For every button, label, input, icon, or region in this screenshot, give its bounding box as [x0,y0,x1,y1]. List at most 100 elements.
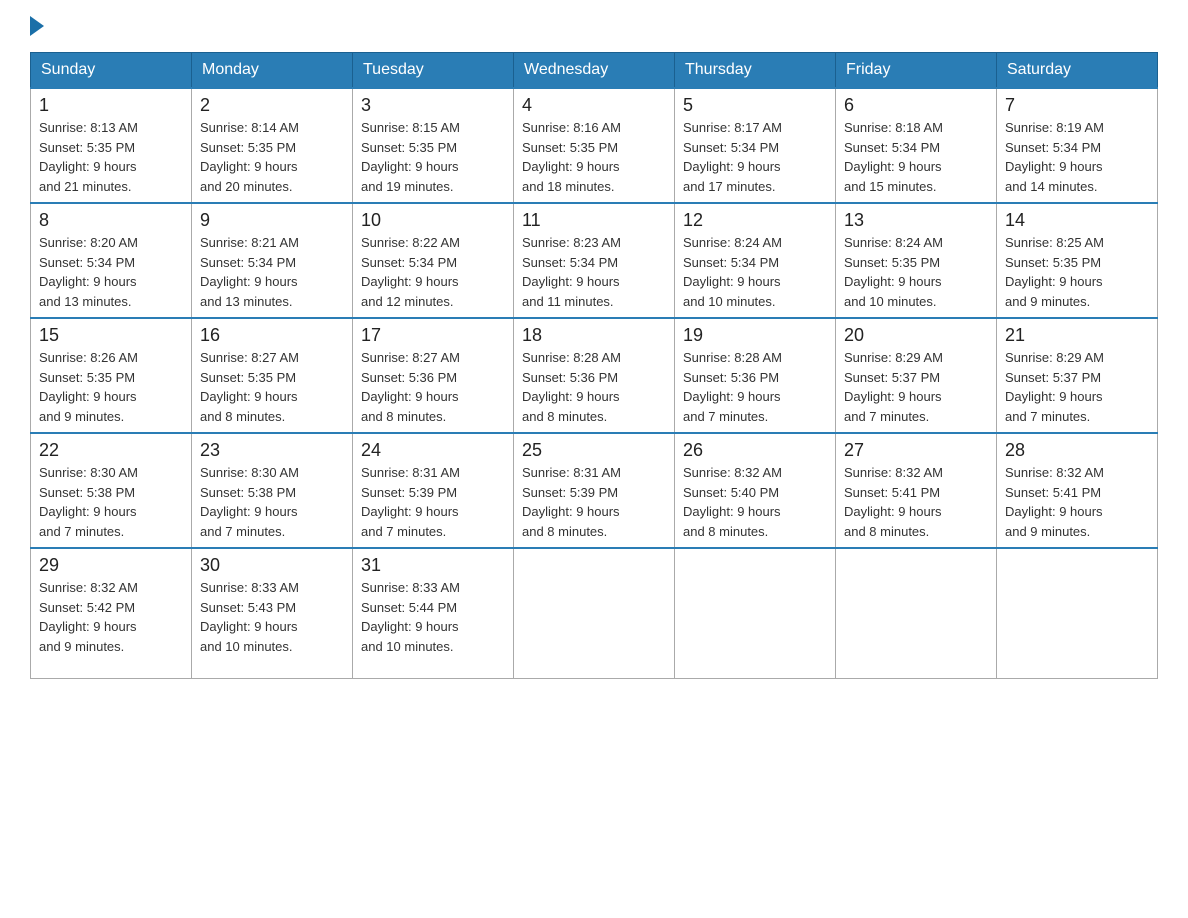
day-number: 22 [39,440,183,461]
day-info: Sunrise: 8:14 AMSunset: 5:35 PMDaylight:… [200,120,299,194]
column-header-friday: Friday [836,53,997,89]
calendar-cell [836,548,997,678]
day-number: 24 [361,440,505,461]
logo-arrow-icon [30,16,44,36]
day-number: 19 [683,325,827,346]
day-info: Sunrise: 8:32 AMSunset: 5:41 PMDaylight:… [844,465,943,539]
day-number: 30 [200,555,344,576]
day-number: 7 [1005,95,1149,116]
day-info: Sunrise: 8:21 AMSunset: 5:34 PMDaylight:… [200,235,299,309]
calendar-cell: 3 Sunrise: 8:15 AMSunset: 5:35 PMDayligh… [353,88,514,203]
calendar-cell: 8 Sunrise: 8:20 AMSunset: 5:34 PMDayligh… [31,203,192,318]
day-number: 3 [361,95,505,116]
calendar-cell: 21 Sunrise: 8:29 AMSunset: 5:37 PMDaylig… [997,318,1158,433]
day-info: Sunrise: 8:19 AMSunset: 5:34 PMDaylight:… [1005,120,1104,194]
column-header-saturday: Saturday [997,53,1158,89]
day-info: Sunrise: 8:30 AMSunset: 5:38 PMDaylight:… [200,465,299,539]
calendar-cell: 22 Sunrise: 8:30 AMSunset: 5:38 PMDaylig… [31,433,192,548]
day-number: 26 [683,440,827,461]
day-number: 8 [39,210,183,231]
day-number: 28 [1005,440,1149,461]
calendar-cell: 25 Sunrise: 8:31 AMSunset: 5:39 PMDaylig… [514,433,675,548]
day-number: 9 [200,210,344,231]
day-info: Sunrise: 8:26 AMSunset: 5:35 PMDaylight:… [39,350,138,424]
day-number: 14 [1005,210,1149,231]
day-number: 23 [200,440,344,461]
calendar-cell: 24 Sunrise: 8:31 AMSunset: 5:39 PMDaylig… [353,433,514,548]
calendar-cell: 1 Sunrise: 8:13 AMSunset: 5:35 PMDayligh… [31,88,192,203]
calendar-cell: 27 Sunrise: 8:32 AMSunset: 5:41 PMDaylig… [836,433,997,548]
day-info: Sunrise: 8:23 AMSunset: 5:34 PMDaylight:… [522,235,621,309]
day-number: 6 [844,95,988,116]
calendar-cell: 23 Sunrise: 8:30 AMSunset: 5:38 PMDaylig… [192,433,353,548]
day-number: 2 [200,95,344,116]
calendar-cell: 16 Sunrise: 8:27 AMSunset: 5:35 PMDaylig… [192,318,353,433]
day-number: 10 [361,210,505,231]
calendar-cell [997,548,1158,678]
day-info: Sunrise: 8:32 AMSunset: 5:41 PMDaylight:… [1005,465,1104,539]
day-number: 25 [522,440,666,461]
day-info: Sunrise: 8:32 AMSunset: 5:42 PMDaylight:… [39,580,138,654]
calendar-cell: 15 Sunrise: 8:26 AMSunset: 5:35 PMDaylig… [31,318,192,433]
day-info: Sunrise: 8:29 AMSunset: 5:37 PMDaylight:… [1005,350,1104,424]
day-info: Sunrise: 8:13 AMSunset: 5:35 PMDaylight:… [39,120,138,194]
calendar-cell: 13 Sunrise: 8:24 AMSunset: 5:35 PMDaylig… [836,203,997,318]
calendar-cell: 28 Sunrise: 8:32 AMSunset: 5:41 PMDaylig… [997,433,1158,548]
day-info: Sunrise: 8:31 AMSunset: 5:39 PMDaylight:… [522,465,621,539]
day-info: Sunrise: 8:28 AMSunset: 5:36 PMDaylight:… [683,350,782,424]
calendar-cell: 5 Sunrise: 8:17 AMSunset: 5:34 PMDayligh… [675,88,836,203]
day-info: Sunrise: 8:33 AMSunset: 5:44 PMDaylight:… [361,580,460,654]
calendar-week-row: 1 Sunrise: 8:13 AMSunset: 5:35 PMDayligh… [31,88,1158,203]
calendar-cell: 19 Sunrise: 8:28 AMSunset: 5:36 PMDaylig… [675,318,836,433]
column-header-tuesday: Tuesday [353,53,514,89]
day-info: Sunrise: 8:15 AMSunset: 5:35 PMDaylight:… [361,120,460,194]
calendar-cell: 7 Sunrise: 8:19 AMSunset: 5:34 PMDayligh… [997,88,1158,203]
logo [30,20,44,32]
column-header-wednesday: Wednesday [514,53,675,89]
calendar-cell: 31 Sunrise: 8:33 AMSunset: 5:44 PMDaylig… [353,548,514,678]
day-number: 16 [200,325,344,346]
calendar-cell: 20 Sunrise: 8:29 AMSunset: 5:37 PMDaylig… [836,318,997,433]
day-number: 21 [1005,325,1149,346]
calendar-cell: 26 Sunrise: 8:32 AMSunset: 5:40 PMDaylig… [675,433,836,548]
calendar-cell: 11 Sunrise: 8:23 AMSunset: 5:34 PMDaylig… [514,203,675,318]
column-header-thursday: Thursday [675,53,836,89]
day-number: 17 [361,325,505,346]
day-number: 13 [844,210,988,231]
day-number: 12 [683,210,827,231]
calendar-week-row: 8 Sunrise: 8:20 AMSunset: 5:34 PMDayligh… [31,203,1158,318]
calendar-cell: 2 Sunrise: 8:14 AMSunset: 5:35 PMDayligh… [192,88,353,203]
day-info: Sunrise: 8:29 AMSunset: 5:37 PMDaylight:… [844,350,943,424]
day-number: 4 [522,95,666,116]
page-header [30,20,1158,32]
calendar-cell: 29 Sunrise: 8:32 AMSunset: 5:42 PMDaylig… [31,548,192,678]
calendar-cell: 30 Sunrise: 8:33 AMSunset: 5:43 PMDaylig… [192,548,353,678]
day-info: Sunrise: 8:22 AMSunset: 5:34 PMDaylight:… [361,235,460,309]
day-info: Sunrise: 8:33 AMSunset: 5:43 PMDaylight:… [200,580,299,654]
calendar-week-row: 29 Sunrise: 8:32 AMSunset: 5:42 PMDaylig… [31,548,1158,678]
calendar-cell [675,548,836,678]
calendar-cell: 18 Sunrise: 8:28 AMSunset: 5:36 PMDaylig… [514,318,675,433]
day-number: 11 [522,210,666,231]
day-number: 29 [39,555,183,576]
day-info: Sunrise: 8:30 AMSunset: 5:38 PMDaylight:… [39,465,138,539]
day-info: Sunrise: 8:27 AMSunset: 5:35 PMDaylight:… [200,350,299,424]
day-info: Sunrise: 8:24 AMSunset: 5:35 PMDaylight:… [844,235,943,309]
calendar-cell: 6 Sunrise: 8:18 AMSunset: 5:34 PMDayligh… [836,88,997,203]
calendar-cell: 9 Sunrise: 8:21 AMSunset: 5:34 PMDayligh… [192,203,353,318]
day-info: Sunrise: 8:25 AMSunset: 5:35 PMDaylight:… [1005,235,1104,309]
day-number: 20 [844,325,988,346]
calendar-cell: 17 Sunrise: 8:27 AMSunset: 5:36 PMDaylig… [353,318,514,433]
day-info: Sunrise: 8:28 AMSunset: 5:36 PMDaylight:… [522,350,621,424]
calendar-week-row: 22 Sunrise: 8:30 AMSunset: 5:38 PMDaylig… [31,433,1158,548]
day-number: 1 [39,95,183,116]
day-number: 15 [39,325,183,346]
calendar-table: SundayMondayTuesdayWednesdayThursdayFrid… [30,52,1158,679]
calendar-cell: 4 Sunrise: 8:16 AMSunset: 5:35 PMDayligh… [514,88,675,203]
day-info: Sunrise: 8:32 AMSunset: 5:40 PMDaylight:… [683,465,782,539]
day-info: Sunrise: 8:16 AMSunset: 5:35 PMDaylight:… [522,120,621,194]
column-header-monday: Monday [192,53,353,89]
day-info: Sunrise: 8:27 AMSunset: 5:36 PMDaylight:… [361,350,460,424]
calendar-cell [514,548,675,678]
column-header-sunday: Sunday [31,53,192,89]
